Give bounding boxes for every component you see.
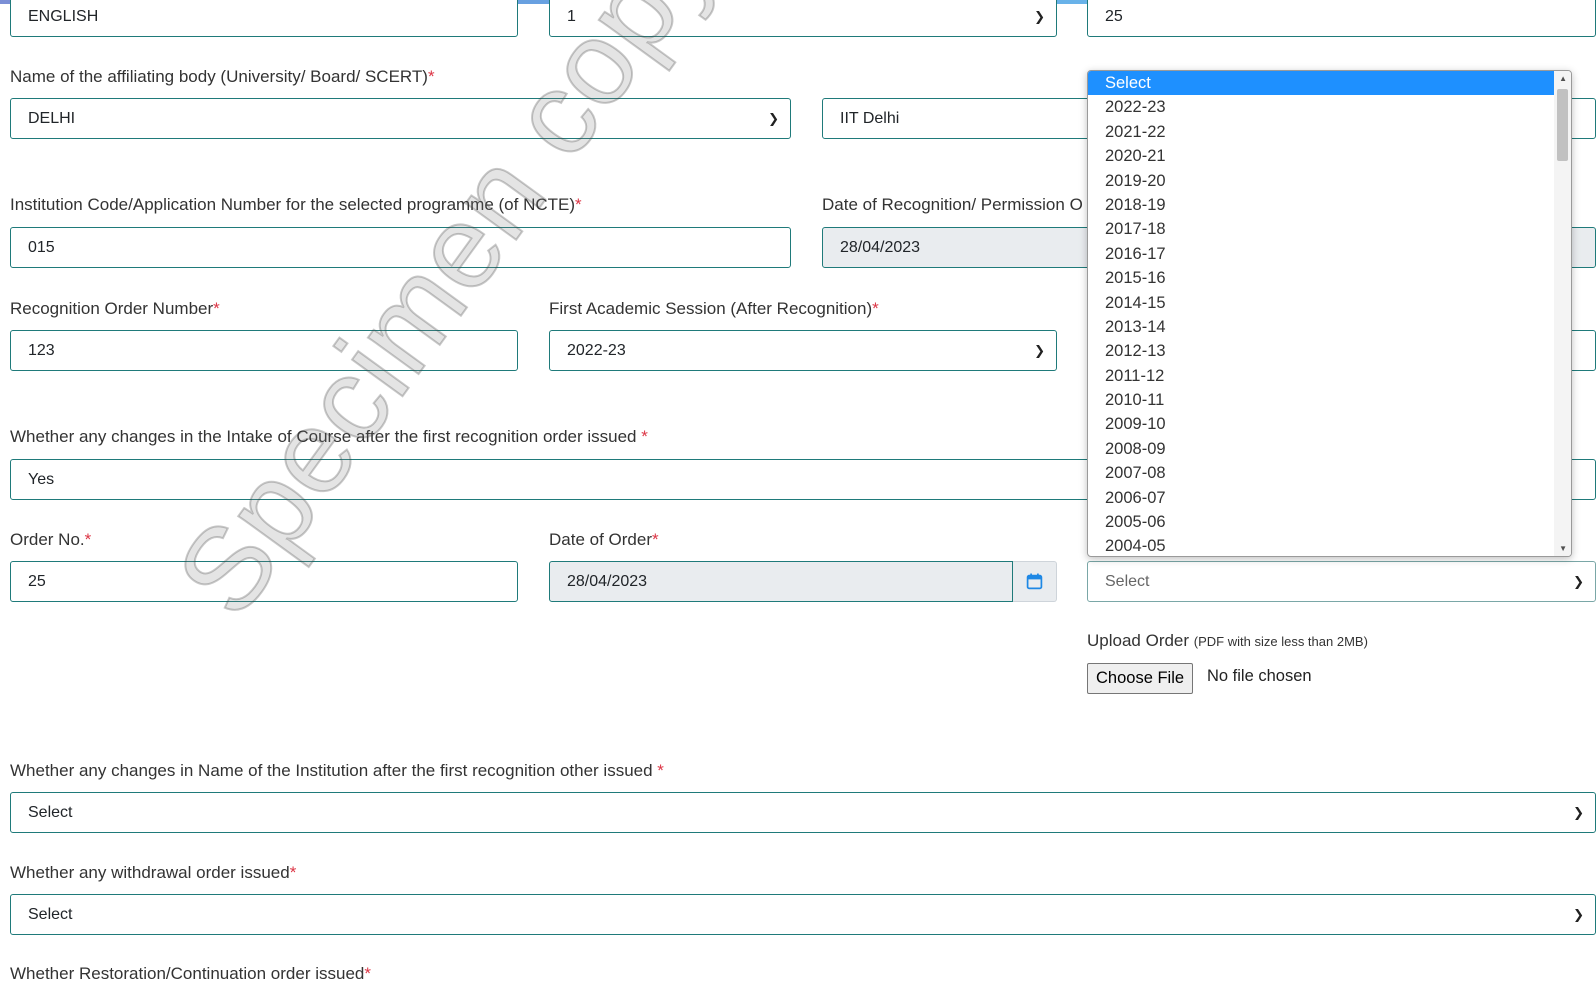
session-dropdown-list[interactable]: Select 2022-23 2021-22 2020-21 2019-20 2018-1… (1087, 70, 1572, 557)
dropdown-option[interactable]: 2019-20 (1088, 169, 1554, 193)
date-of-recognition-label: Date of Recognition/ Permission O (822, 195, 1083, 214)
dropdown-option[interactable]: 2009-10 (1088, 412, 1554, 436)
dropdown-option[interactable]: 2020-21 (1088, 144, 1554, 168)
date-of-recognition-value: 28/04/2023 (840, 239, 921, 256)
chevron-down-icon: ❯ (768, 111, 779, 126)
date-of-order-value: 28/04/2023 (567, 573, 648, 590)
first-session-select[interactable]: 2022-23 ❯ (549, 330, 1057, 371)
withdrawal-select[interactable]: Select ❯ (10, 894, 1596, 935)
chevron-down-icon: ❯ (1573, 574, 1584, 589)
date-of-order-label: Date of Order* (549, 530, 659, 549)
units-value: 1 (567, 8, 576, 25)
name-change-label: Whether any changes in Name of the Insti… (10, 761, 664, 780)
affiliating-body-label: Name of the affiliating body (University… (10, 67, 435, 86)
dropdown-option[interactable]: 2006-07 (1088, 486, 1554, 510)
institution-code-input[interactable]: 015 (10, 227, 791, 268)
chevron-down-icon: ❯ (1034, 343, 1045, 358)
units-select[interactable]: 1 ❯ (549, 0, 1057, 37)
dropdown-option[interactable]: 2007-08 (1088, 461, 1554, 485)
withdrawal-label: Whether any withdrawal order issued* (10, 863, 297, 882)
dropdown-option[interactable]: 2015-16 (1088, 266, 1554, 290)
scrollbar-thumb[interactable] (1557, 89, 1568, 161)
chevron-down-icon: ❯ (1034, 9, 1045, 24)
chevron-down-icon: ❯ (1573, 907, 1584, 922)
state-value: DELHI (28, 110, 76, 127)
dropdown-option[interactable]: 2021-22 (1088, 120, 1554, 144)
institution-code-value: 015 (28, 239, 55, 256)
withdrawal-value: Select (28, 906, 73, 923)
order-no-label: Order No.* (10, 530, 92, 549)
calendar-button[interactable] (1013, 561, 1057, 602)
dropdown-option[interactable]: 2011-12 (1088, 364, 1554, 388)
dropdown-option[interactable]: 2008-09 (1088, 437, 1554, 461)
order-session-value: Select (1105, 573, 1150, 590)
chevron-down-icon: ❯ (1573, 805, 1584, 820)
dropdown-option[interactable]: 2022-23 (1088, 95, 1554, 119)
scroll-up-icon[interactable]: ▲ (1559, 74, 1567, 83)
first-session-label: First Academic Session (After Recognitio… (549, 299, 879, 318)
first-session-value: 2022-23 (567, 342, 626, 359)
choose-file-button[interactable]: Choose File (1087, 663, 1194, 694)
university-value: IIT Delhi (840, 110, 900, 127)
dropdown-option[interactable]: Select (1088, 71, 1554, 96)
institution-code-label: Institution Code/Application Number for … (10, 195, 582, 214)
recognition-order-input[interactable]: 123 (10, 330, 518, 371)
dropdown-option[interactable]: 2014-15 (1088, 291, 1554, 315)
recognition-order-label: Recognition Order Number* (10, 299, 220, 318)
dropdown-option[interactable]: 2010-11 (1088, 388, 1554, 412)
dropdown-option[interactable]: 2005-06 (1088, 510, 1554, 534)
affiliating-state-select[interactable]: DELHI ❯ (10, 98, 791, 139)
upload-order-label: Upload Order (PDF with size less than 2M… (1087, 631, 1368, 650)
dropdown-option[interactable]: 2012-13 (1088, 339, 1554, 363)
date-of-order-input[interactable]: 28/04/2023 (549, 561, 1013, 602)
order-no-input[interactable]: 25 (10, 561, 518, 602)
name-change-value: Select (28, 804, 73, 821)
file-status-text: No file chosen (1207, 667, 1312, 685)
order-no-value: 25 (28, 573, 46, 590)
scroll-down-icon[interactable]: ▼ (1559, 544, 1567, 553)
dropdown-option[interactable]: 2013-14 (1088, 315, 1554, 339)
medium-value: ENGLISH (28, 8, 99, 25)
restoration-label: Whether Restoration/Continuation order i… (10, 964, 371, 983)
dropdown-scrollbar[interactable]: ▲ ▼ (1554, 71, 1571, 556)
calendar-icon (1026, 573, 1043, 590)
intake-change-value: Yes (28, 471, 55, 488)
name-change-select[interactable]: Select ❯ (10, 792, 1596, 833)
intake-value: 25 (1105, 8, 1123, 25)
intake-field[interactable]: 25 (1087, 0, 1596, 37)
dropdown-option[interactable]: 2017-18 (1088, 217, 1554, 241)
intake-change-label: Whether any changes in the Intake of Cou… (10, 427, 648, 446)
medium-of-instruction-field[interactable]: ENGLISH (10, 0, 518, 37)
dropdown-option[interactable]: 2004-05 (1088, 534, 1554, 556)
dropdown-options: Select 2022-23 2021-22 2020-21 2019-20 2018-1… (1088, 71, 1554, 556)
recognition-order-value: 123 (28, 342, 55, 359)
dropdown-option[interactable]: 2016-17 (1088, 242, 1554, 266)
order-session-select[interactable]: Select ❯ (1087, 561, 1596, 602)
dropdown-option[interactable]: 2018-19 (1088, 193, 1554, 217)
